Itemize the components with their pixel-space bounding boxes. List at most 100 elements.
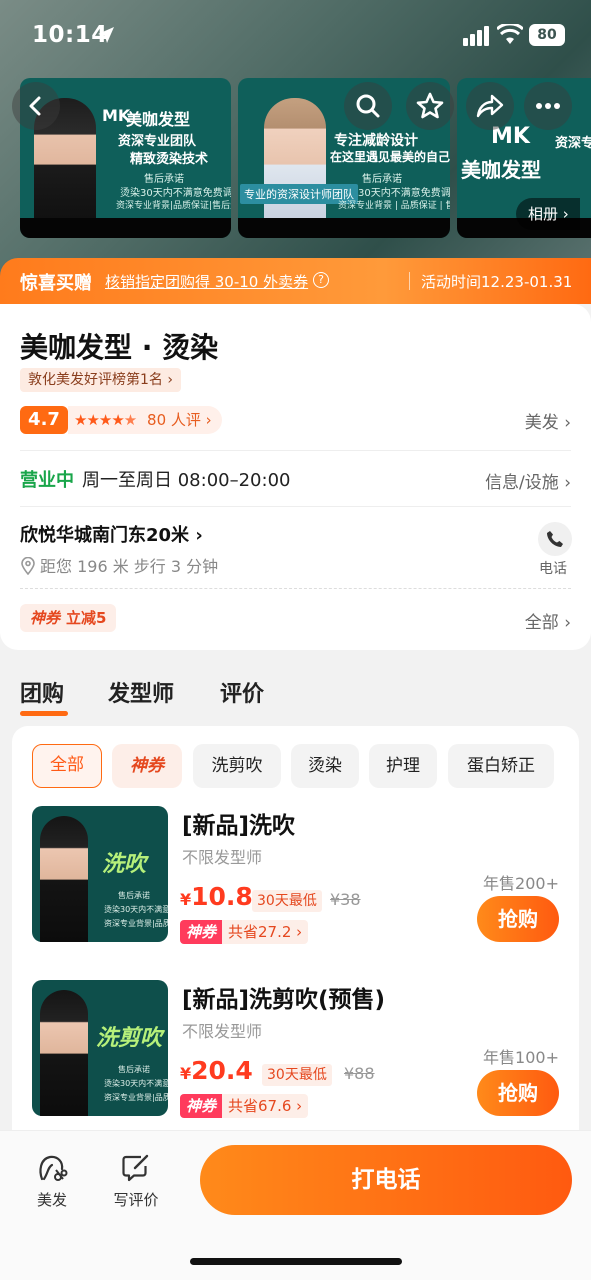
- search-button[interactable]: [344, 82, 392, 130]
- savings-badge[interactable]: 神券 共省67.6 ›: [180, 1094, 309, 1118]
- coupon-tag: 神券: [30, 609, 61, 627]
- category-shortcut-label: 美发: [36, 1191, 67, 1209]
- promo-text[interactable]: 核销指定团购得 30-10 外卖券: [105, 271, 308, 292]
- buy-button[interactable]: 抢购: [477, 1070, 559, 1116]
- write-review-label: 写评价: [113, 1191, 159, 1209]
- coupon-text: 立减5: [66, 609, 107, 627]
- savings-text: 共省27.2 ›: [222, 920, 309, 944]
- tab-group-buy[interactable]: 团购: [20, 676, 64, 708]
- banner-detail1: 烫染30天内不满意免费调整: [120, 188, 231, 199]
- chip-perm-dye[interactable]: 烫染: [291, 744, 359, 788]
- star-outline-icon: [416, 92, 444, 119]
- write-review-shortcut[interactable]: 写评价: [106, 1153, 166, 1210]
- wifi-icon: [497, 24, 523, 44]
- deal-item[interactable]: 洗吹 售后承诺 烫染30天内不满意 资深专业背景|品质保 [新品]洗吹 不限发型…: [12, 806, 579, 946]
- search-icon: [356, 94, 380, 118]
- category-shortcut[interactable]: 美发: [22, 1153, 82, 1210]
- banner-line1: 资深专业团队: [118, 134, 197, 149]
- deal-name: [新品]洗吹: [182, 813, 296, 839]
- business-hours: 营业中 周一至周日 08:00–20:00: [20, 466, 290, 492]
- review-count: 80 人评: [147, 411, 201, 429]
- promo-title: 惊喜买赠: [20, 273, 92, 294]
- savings-tag: 神券: [180, 920, 223, 944]
- status-bar: 10:14 80: [0, 0, 591, 72]
- savings-badge[interactable]: 神券 共省27.2 ›: [180, 920, 309, 944]
- banner-line2: 在这里遇见最美的自己: [330, 150, 450, 164]
- half-star-icon: ★: [123, 411, 137, 429]
- thumbnail-detail2: 资深专业背景|品质保: [104, 1093, 168, 1102]
- album-button[interactable]: 相册 ›: [516, 198, 580, 230]
- back-button[interactable]: [12, 82, 60, 130]
- chip-protein[interactable]: 蛋白矫正: [448, 744, 554, 788]
- thumbnail-title: 洗吹: [102, 852, 147, 877]
- banner-line1: 资深专业: [555, 136, 591, 151]
- hair-salon-icon: [39, 1155, 68, 1181]
- battery-indicator: 80: [529, 24, 565, 46]
- banner-promise: 售后承诺: [144, 174, 184, 185]
- phone-label: 电话: [539, 561, 567, 577]
- deal-price: ¥20.4: [180, 1056, 253, 1085]
- hours-text: 周一至周日 08:00–20:00: [82, 470, 291, 491]
- chip-all[interactable]: 全部: [32, 744, 102, 788]
- banner-detail2: 资深专业背景 | 品质保证 | 售后无忧: [338, 201, 450, 211]
- star-icon: ★★★★: [74, 411, 125, 429]
- shop-address[interactable]: 欣悦华城南门东20米 ›: [20, 521, 203, 547]
- coupon-badge[interactable]: 神券 立减5: [20, 604, 117, 632]
- more-dots-icon: [536, 103, 560, 109]
- deals-card: 全部 神券 洗剪吹 烫染 护理 蛋白矫正 洗吹 售后承诺 烫染30天内不满意 资…: [12, 726, 579, 1146]
- rating-score: 4.7: [20, 406, 68, 434]
- cellular-signal-icon: [463, 26, 489, 46]
- original-price: ¥88: [344, 1064, 375, 1083]
- active-tab-indicator: [20, 711, 68, 716]
- sales-count: 年售100+: [483, 1048, 559, 1067]
- rank-badge[interactable]: 敦化美发好评榜第1名 ›: [20, 368, 181, 392]
- distance-info: 距您 196 米 步行 3 分钟: [20, 553, 218, 577]
- deal-name: [新品]洗剪吹(预售): [182, 987, 386, 1013]
- deal-item[interactable]: 洗剪吹 售后承诺 烫染30天内不满意 资深专业背景|品质保 [新品]洗剪吹(预售…: [12, 980, 579, 1120]
- share-arrow-icon: [476, 94, 504, 118]
- album-label: 相册: [528, 205, 559, 223]
- home-indicator: [190, 1258, 402, 1265]
- share-button[interactable]: [466, 82, 514, 130]
- savings-text: 共省67.6 ›: [222, 1094, 309, 1118]
- phone-button[interactable]: [538, 522, 572, 556]
- banner-promise: 售后承诺: [362, 174, 402, 185]
- lowest-price-tag: 30天最低: [252, 890, 322, 912]
- banner-line2: 精致烫染技术: [130, 152, 209, 167]
- write-review-icon: [122, 1154, 149, 1182]
- chip-wash-cut-blow[interactable]: 洗剪吹: [193, 744, 281, 788]
- sales-count: 年售200+: [483, 874, 559, 893]
- deal-stylist: 不限发型师: [182, 848, 263, 867]
- banner-detail2: 资深专业背景|品质保证|售后无忧: [116, 201, 231, 211]
- thumbnail-detail1: 烫染30天内不满意: [104, 1079, 168, 1088]
- tab-stylists[interactable]: 发型师: [108, 676, 174, 708]
- more-button[interactable]: [524, 82, 572, 130]
- savings-tag: 神券: [180, 1094, 223, 1118]
- tab-reviews[interactable]: 评价: [220, 676, 264, 708]
- chip-coupon[interactable]: 神券: [112, 744, 182, 788]
- facilities-link[interactable]: 信息/设施 ›: [485, 468, 571, 493]
- chip-care[interactable]: 护理: [369, 744, 437, 788]
- promo-date: 活动时间12.23-01.31: [421, 273, 573, 291]
- buy-button[interactable]: 抢购: [477, 896, 559, 942]
- original-price: ¥38: [330, 890, 361, 909]
- rating-stars[interactable]: ★★★★★ 80 人评 ›: [68, 406, 222, 434]
- thumbnail-promise: 售后承诺: [118, 1065, 150, 1074]
- phone-icon: [547, 531, 563, 547]
- all-coupons-link[interactable]: 全部 ›: [525, 608, 571, 633]
- shop-info-card: 美咖发型 · 烫染 敦化美发好评榜第1名 › 4.7 ★★★★★ 80 人评 ›…: [0, 304, 591, 650]
- deal-thumbnail: 洗吹 售后承诺 烫染30天内不满意 资深专业背景|品质保: [32, 806, 168, 942]
- favorite-button[interactable]: [406, 82, 454, 130]
- help-icon[interactable]: ?: [313, 272, 329, 288]
- rating-row[interactable]: 4.7 ★★★★★ 80 人评 › 美发 ›: [20, 404, 571, 434]
- promo-banner[interactable]: 惊喜买赠 核销指定团购得 30-10 外卖券 ? 活动时间12.23-01.31: [0, 258, 591, 304]
- open-status: 营业中: [20, 470, 74, 491]
- thumbnail-detail1: 烫染30天内不满意: [104, 905, 168, 914]
- thumbnail-detail2: 资深专业背景|品质保: [104, 919, 168, 928]
- location-arrow-icon: [98, 27, 114, 43]
- banner-title: 美咖发型: [126, 110, 191, 129]
- shop-name: 美咖发型 · 烫染: [20, 331, 219, 364]
- banner-title: 美咖发型: [461, 158, 541, 182]
- call-button[interactable]: 打电话: [200, 1145, 572, 1215]
- category-link[interactable]: 美发 ›: [525, 408, 571, 433]
